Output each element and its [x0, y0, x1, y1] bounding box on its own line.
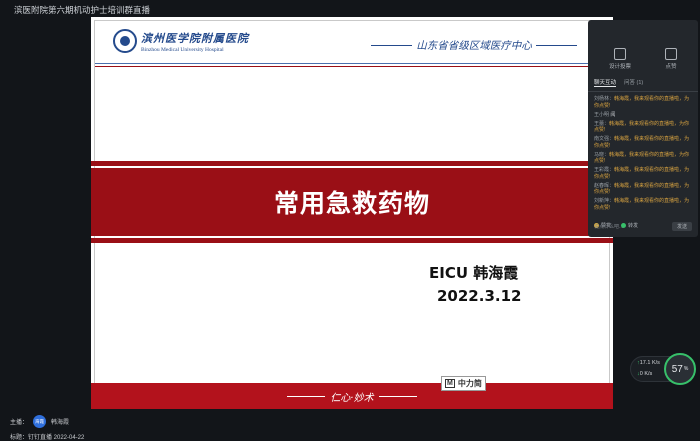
- stream-info-bar: 主播： 海霞 韩海霞 标题：钉钉直播 2022-04-22: [0, 409, 700, 441]
- presentation-slide: 滨州医学院附属医院 Binzhou Medical University Hos…: [91, 17, 613, 409]
- chat-message: 王小明 阅: [594, 111, 616, 118]
- software-watermark: M 中力简: [441, 376, 486, 391]
- window-title: 滨医附院第六期机动护士培训群直播: [14, 5, 151, 15]
- vote-icon: [613, 48, 626, 60]
- like-icon: [664, 48, 677, 60]
- cpu-usage-gauge: 57%: [664, 353, 696, 385]
- footer-motto: 仁心·妙术: [330, 392, 374, 404]
- chat-message: 赵春晖：韩海霞，我来观看你的直播啦，为你点赞!: [594, 182, 690, 196]
- watermark-logo-icon: M: [445, 379, 455, 388]
- header-rule-accent: [95, 66, 609, 67]
- avatar[interactable]: 海霞: [33, 415, 47, 428]
- live-stream-window: 滨医附院第六期机动护士培训群直播 滨州医学院附属医院 Binzhou Medic…: [0, 0, 700, 441]
- chat-input[interactable]: 说点什么吧...: [594, 223, 623, 230]
- send-button[interactable]: 发送: [671, 221, 692, 231]
- tab-chat[interactable]: 聊天互动: [594, 78, 617, 87]
- chat-message: 马晓：韩海霞，我来观看你的直播啦，为你点赞!: [594, 151, 690, 165]
- stream-meta: 标题：钉钉直播 2022-04-22: [10, 435, 85, 441]
- hospital-logo: 滨州医学院附属医院 Binzhou Medical University Hos…: [113, 29, 249, 53]
- tab-qa[interactable]: 问答 (1): [624, 78, 643, 87]
- host-name: 韩海霞: [51, 420, 70, 426]
- presentation-date: 2022.3.12: [437, 287, 522, 305]
- logo-name-cn: 滨州医学院附属医院: [141, 31, 249, 45]
- chat-panel: 设计投票 点赞 聊天互动 问答 (1) 刘杨林：韩海霞，我来观看你的直播啦，为你…: [588, 20, 698, 237]
- chat-message: 王彩霞：韩海霞，我来观看你的直播啦，为你点赞!: [594, 167, 690, 180]
- chat-message: 王蕾：韩海霞，我来观看你的直播啦，为你点赞!: [594, 120, 690, 134]
- logo-name-en: Binzhou Medical University Hospital: [141, 46, 224, 53]
- chat-input-row: 说点什么吧... 发送: [594, 220, 692, 232]
- slide-headline: 常用急救药物: [273, 189, 430, 218]
- vote-button[interactable]: 设计投票: [609, 48, 631, 70]
- download-rate: ↓0 K/s: [637, 371, 653, 377]
- host-label: 主播：: [10, 420, 29, 426]
- chat-tabs: 聊天互动 问答 (1): [588, 74, 698, 92]
- title-band: 常用急救药物: [91, 168, 613, 236]
- hospital-seal-icon: [113, 29, 137, 53]
- presenter-name: EICU 韩海霞: [429, 264, 519, 282]
- chat-message: 刘杨林：韩海霞，我来观看你的直播啦，为你点赞!: [594, 96, 690, 109]
- regional-center-title: 山东省省级区域医疗中心: [371, 38, 577, 53]
- chat-message: 南文强：韩海霞，我来观看你的直播啦，为你点赞!: [594, 136, 690, 149]
- header-rule: [95, 63, 609, 64]
- like-button[interactable]: 点赞: [664, 48, 677, 70]
- chat-message: 刘新萍：韩海霞，我来观看你的直播啦，为你点赞!: [594, 198, 690, 211]
- message-list[interactable]: 刘杨林：韩海霞，我来观看你的直播啦，为你点赞! 王小明 阅 王蕾：韩海霞，我来观…: [588, 92, 698, 220]
- slide-footer: 仁心·妙术: [91, 383, 613, 409]
- upload-rate: ↑17.1 K/s: [637, 360, 660, 366]
